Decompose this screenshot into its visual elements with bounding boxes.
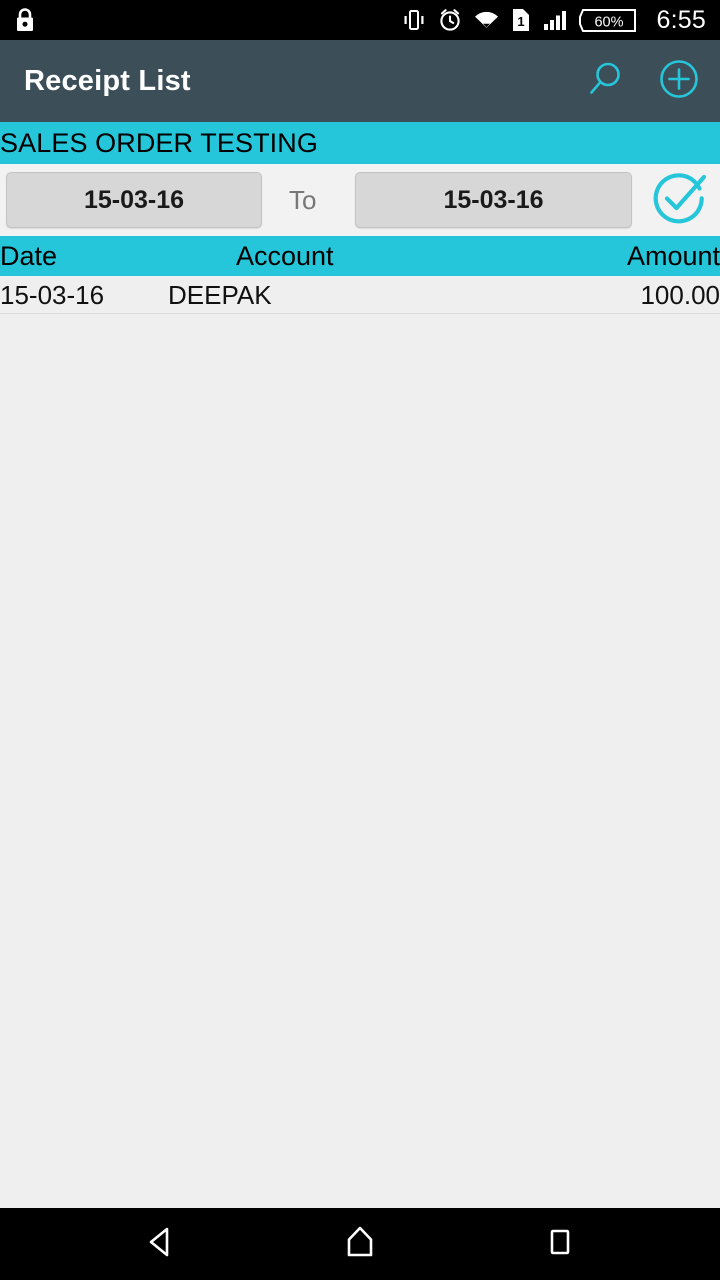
back-triangle-icon	[143, 1224, 177, 1265]
apply-filter-button[interactable]	[644, 172, 712, 228]
alarm-icon	[438, 8, 462, 32]
app-bar: Receipt List	[0, 40, 720, 122]
page-title: Receipt List	[24, 64, 191, 97]
svg-text:1: 1	[517, 14, 524, 29]
status-bar-clock: 6:55	[656, 5, 706, 34]
receipt-list: 15-03-16 DEEPAK 100.00	[0, 276, 720, 1208]
column-header-account: Account	[236, 240, 334, 271]
home-icon	[343, 1224, 377, 1265]
column-header-amount: Amount	[626, 240, 720, 271]
company-name-banner: SALES ORDER TESTING	[0, 122, 720, 164]
system-navigation-bar	[0, 1208, 720, 1280]
company-name-label: SALES ORDER TESTING	[0, 127, 318, 158]
wifi-icon	[473, 8, 500, 32]
nav-back-button[interactable]	[124, 1208, 196, 1280]
vibrate-icon	[401, 8, 427, 32]
status-bar: 1 60% 6:55	[0, 0, 720, 40]
to-date-button[interactable]: 15-03-16	[355, 172, 632, 228]
cell-account: DEEPAK	[168, 279, 272, 310]
nav-home-button[interactable]	[324, 1208, 396, 1280]
table-header-row: Date Account Amount	[0, 236, 720, 276]
column-header-date: Date	[0, 240, 58, 271]
status-bar-right: 1 60% 6:55	[401, 7, 710, 34]
search-button[interactable]	[582, 58, 628, 104]
cell-amount: 100.00	[640, 279, 720, 310]
status-bar-left	[14, 7, 36, 33]
recents-square-icon	[543, 1224, 577, 1265]
sim-card-icon: 1	[511, 7, 531, 33]
add-receipt-button[interactable]	[656, 58, 702, 104]
cell-date: 15-03-16	[0, 279, 105, 310]
nav-recents-button[interactable]	[524, 1208, 596, 1280]
battery-level-label: 60%	[594, 14, 623, 30]
to-date-value: 15-03-16	[443, 185, 544, 214]
app-screen: 1 60% 6:55 Receipt List SALES ORDER TEST…	[0, 0, 720, 1280]
date-filter-bar: 15-03-16 To 15-03-16	[0, 164, 720, 236]
table-row[interactable]: 15-03-16 DEEPAK 100.00	[0, 276, 720, 314]
battery-icon: 60%	[578, 7, 637, 34]
from-date-button[interactable]: 15-03-16	[6, 172, 262, 228]
check-circle-icon	[645, 167, 711, 234]
lock-icon	[14, 7, 36, 33]
search-icon	[584, 58, 626, 105]
add-circle-icon	[657, 57, 701, 106]
to-label: To	[289, 185, 317, 215]
app-bar-actions	[582, 58, 702, 104]
cellular-signal-icon	[542, 8, 568, 32]
from-date-value: 15-03-16	[83, 185, 185, 214]
